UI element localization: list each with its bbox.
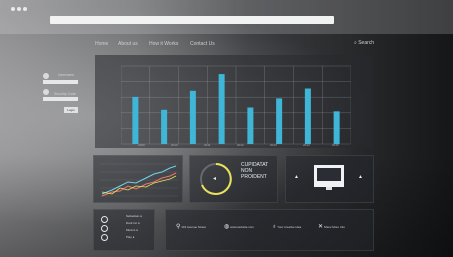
nav-how-it-works[interactable]: How it Works — [149, 41, 178, 47]
password-input[interactable] — [43, 97, 78, 101]
headline: CUPIDATAT NON PROIDENT — [241, 162, 275, 180]
slider-label: Dark Inc — [126, 221, 138, 225]
feature-item: ✕ Show More Info — [318, 224, 345, 230]
slider-label: Musics — [126, 228, 136, 232]
nav-home[interactable]: Home — [95, 41, 108, 47]
feature-label: 101 Avenue Street — [181, 225, 206, 229]
line-chart-card — [93, 155, 183, 203]
feature-item: ⚲ 101 Avenue Street — [176, 224, 206, 230]
bar — [304, 88, 311, 144]
bar — [218, 74, 225, 144]
slider-item[interactable]: Dark Inc ● — [126, 221, 152, 228]
search-label: Search — [358, 40, 375, 46]
bar — [189, 90, 196, 144]
nav-contact[interactable]: Contact Us — [190, 41, 215, 47]
x-tick: 2012 — [237, 143, 244, 147]
login-button[interactable]: Login — [64, 107, 78, 113]
slider-label: Sebastian — [126, 214, 140, 218]
settings-icon-group — [101, 216, 123, 244]
username-label: Username — [58, 73, 75, 77]
search-icon: ⌕ — [354, 40, 357, 46]
lightbulb-icon: ♁ — [272, 224, 277, 230]
user-icon — [43, 73, 49, 79]
slider-item[interactable]: Musics ● — [126, 228, 152, 235]
monitor-screen — [317, 168, 341, 181]
headline-line-3: PROIDENT — [241, 174, 267, 180]
device-card: ▲ ▲ — [285, 155, 374, 203]
right-icon: ▲ — [358, 174, 363, 180]
password-label: Security Code — [54, 92, 76, 96]
location-pin-icon: ⚲ — [176, 224, 181, 230]
speaker-icon: ◂ — [213, 176, 217, 182]
slider-list: Sebastian ● Dark Inc ● Musics ● Play ● — [126, 214, 152, 242]
line-series-b — [101, 172, 177, 197]
x-axis-ticks: 2009 2010 2011 2012 2013 2014 2015 — [121, 143, 351, 148]
slider-item[interactable]: Sebastian ● — [126, 214, 152, 221]
window-dot-maximize[interactable] — [23, 7, 27, 11]
chart-grid — [121, 65, 351, 145]
nav-about[interactable]: About us — [118, 41, 138, 47]
feature-label: Show More Info — [323, 225, 345, 229]
search-link[interactable]: ⌕ Search — [354, 40, 374, 46]
feature-item: ◍ www.website.com — [224, 224, 254, 230]
bar — [276, 98, 283, 144]
slider-item[interactable]: Play ● — [126, 235, 152, 242]
x-tick: 2009 — [138, 143, 145, 147]
bar — [132, 96, 139, 144]
gauge-card: ◂ CUPIDATAT NON PROIDENT — [189, 155, 278, 203]
window-dot-minimize[interactable] — [17, 7, 21, 11]
bar — [333, 111, 340, 144]
circle-icon — [101, 225, 108, 232]
features-card: ⚲ 101 Avenue Street ◍ www.website.com ♁ … — [165, 209, 374, 251]
circle-icon — [101, 234, 108, 241]
globe-icon: ◍ — [224, 224, 230, 230]
username-input[interactable] — [43, 80, 78, 84]
line-chart — [100, 163, 178, 197]
tools-icon: ✕ — [318, 224, 324, 230]
x-tick: 2015 — [332, 143, 339, 147]
left-icon: ▲ — [294, 174, 299, 180]
bar — [161, 109, 168, 144]
slider-label: Play — [126, 235, 132, 239]
x-tick: 2013 — [270, 143, 277, 147]
bar — [247, 107, 254, 144]
line-series-c — [101, 175, 177, 195]
monitor-stand — [326, 187, 332, 190]
window-dot-close[interactable] — [11, 7, 15, 11]
circle-icon — [101, 216, 108, 223]
x-tick: 2010 — [171, 143, 178, 147]
main-chart — [121, 65, 351, 145]
x-tick: 2011 — [204, 143, 211, 147]
feature-label: Your creative idea — [277, 225, 302, 229]
lock-icon — [43, 89, 49, 95]
settings-card: Sebastian ● Dark Inc ● Musics ● Play ● — [93, 209, 155, 251]
feature-label: www.website.com — [230, 225, 254, 229]
x-tick: 2014 — [303, 143, 310, 147]
feature-item: ♁ Your creative idea — [272, 224, 301, 230]
address-bar[interactable] — [50, 16, 334, 24]
